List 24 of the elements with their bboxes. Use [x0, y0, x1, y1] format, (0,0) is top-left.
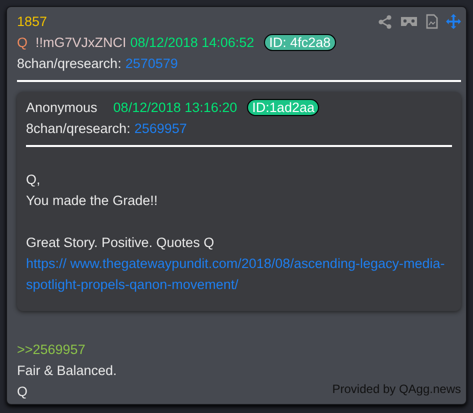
post-link[interactable]: 2570579 [125, 56, 178, 71]
reply-link[interactable]: >>2569957 [17, 339, 86, 360]
post-link[interactable]: 2569957 [134, 121, 187, 136]
article-link[interactable]: https:// www.thegatewaypundit.com/2018/08/ascending-legacy-media-spotlight-propels-qanon-movement/ [26, 253, 452, 295]
attribution-text: Provided by QAgg.news [332, 382, 461, 396]
id-badge: ID: 4fc2a8 [264, 34, 336, 51]
body-text: Great Story. Positive. Quotes Q [26, 234, 214, 252]
author-mark: Q [17, 35, 28, 50]
body-text: You made the Grade!! [26, 192, 158, 210]
body-text: Q [17, 383, 28, 401]
body-text: Fair & Balanced. [17, 362, 117, 380]
timestamp: 08/12/2018 13:16:20 [113, 100, 238, 115]
body-text: Q, [26, 171, 40, 189]
post-number: 1857 [17, 14, 48, 29]
board-label: 8chan/qresearch: [17, 56, 122, 71]
goggles-icon[interactable] [400, 16, 418, 27]
share-icon[interactable] [378, 14, 392, 28]
move-icon[interactable] [446, 14, 461, 29]
tripcode: !!mG7VJxZNCI [36, 35, 126, 50]
author-name: Anonymous [26, 100, 98, 115]
document-icon[interactable] [426, 14, 438, 29]
id-badge: ID:1ad2aa [247, 99, 320, 116]
timestamp: 08/12/2018 14:06:52 [130, 35, 254, 50]
board-label: 8chan/qresearch: [26, 121, 130, 136]
